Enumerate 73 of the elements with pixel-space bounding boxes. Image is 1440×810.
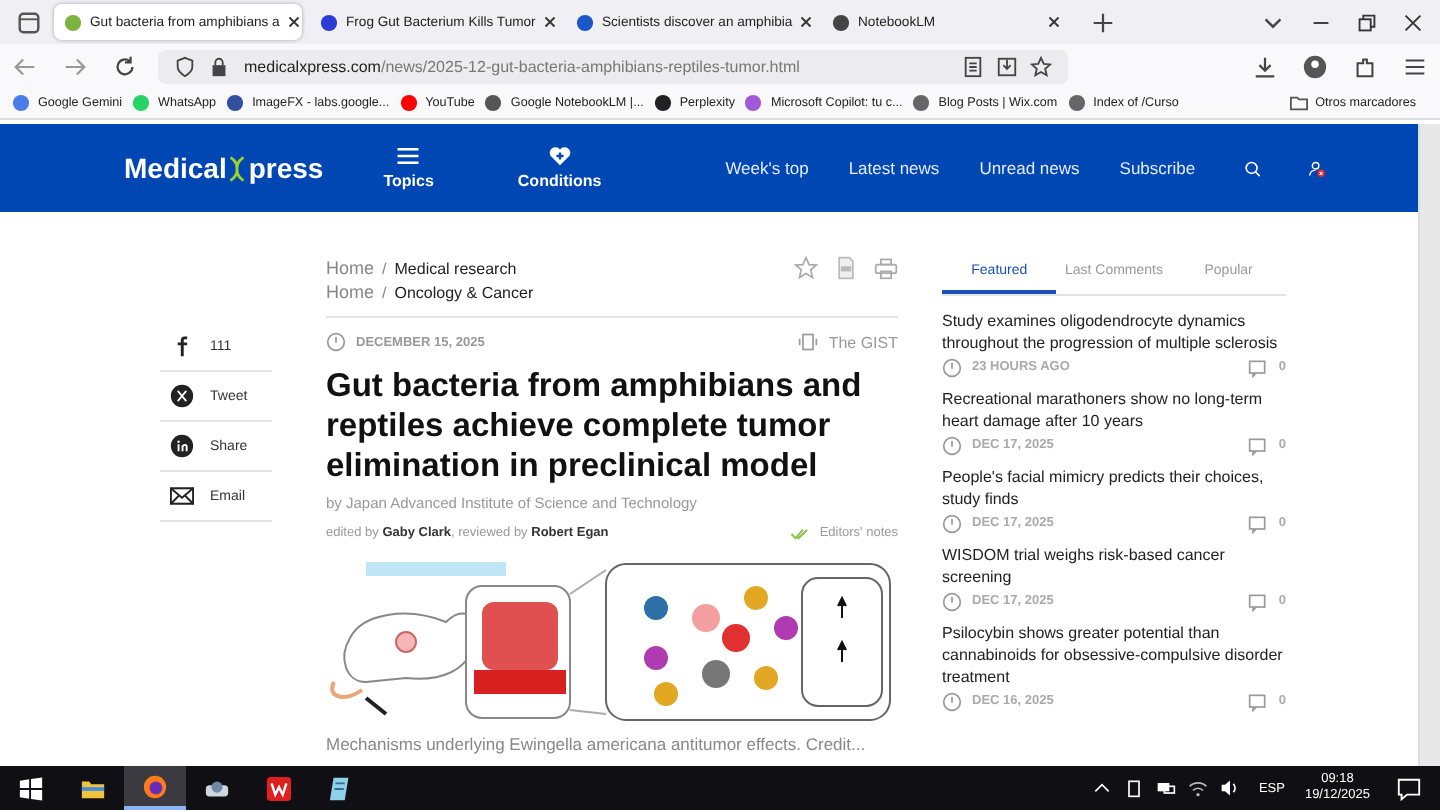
breadcrumb-link[interactable]: Oncology & Cancer	[394, 283, 534, 301]
nav-link[interactable]: Subscribe	[1119, 158, 1196, 178]
in-logo-icon	[170, 434, 194, 458]
site-logo[interactable]: Medical press	[124, 151, 324, 185]
forward-arrow-icon[interactable]	[62, 53, 88, 79]
nav-link[interactable]: Unread news	[979, 158, 1080, 178]
windows-start-icon[interactable]	[18, 775, 44, 801]
news-headline-link[interactable]: Psilocybin shows greater potential than cannabinoids for obsessive-compulsive disorder treatment	[942, 622, 1286, 688]
browser-globe-icon	[142, 773, 168, 799]
close-icon[interactable]	[287, 16, 300, 28]
x-logo-icon	[170, 384, 194, 408]
comment-icon	[1248, 591, 1269, 611]
nav-menu-button[interactable]: Topics	[383, 146, 434, 190]
tab-overview-icon[interactable]	[16, 9, 42, 35]
breadcrumb-link[interactable]: Home	[326, 282, 375, 302]
breadcrumb-link[interactable]: Home	[326, 258, 375, 278]
star-icon[interactable]	[794, 256, 818, 280]
hamburger-icon	[396, 146, 421, 166]
nav-link[interactable]: Latest news	[848, 158, 940, 178]
address-bar[interactable]: medicalxpress.com/news/2025-12-gut-bacteria-amphibians-reptiles-tumor.html	[158, 49, 1068, 83]
news-headline-link[interactable]: Recreational marathoners show no long-term heart damage after 10 years	[942, 388, 1286, 432]
w-logo-icon	[266, 775, 292, 801]
wifi-icon[interactable]	[1188, 778, 1209, 798]
star-icon[interactable]	[1030, 55, 1052, 77]
article-title: Gut bacteria from amphibians and reptiles achieve complete tumor elimination in preclinical model	[326, 366, 864, 486]
speaker-icon[interactable]	[1220, 778, 1241, 798]
scrollbar[interactable]	[1418, 124, 1440, 766]
save-icon[interactable]	[996, 55, 1018, 77]
document-icon	[798, 332, 819, 352]
heart-plus-icon	[547, 146, 572, 166]
reload-icon[interactable]	[112, 53, 138, 79]
close-icon[interactable]	[1400, 9, 1426, 35]
comment-icon	[1248, 691, 1269, 711]
url-text: medicalxpress.com/news/2025-12-gut-bacteria-amphibians-reptiles-tumor.html	[244, 57, 800, 75]
clock-icon	[942, 513, 962, 533]
news-headline-link[interactable]: WISDOM trial weighs risk-based cancer screening	[942, 544, 1286, 588]
folder-icon	[1289, 94, 1308, 112]
nav-menu-button[interactable]: Conditions	[517, 146, 602, 190]
new-tab-icon[interactable]	[1090, 9, 1116, 35]
network-icon[interactable]	[1156, 778, 1177, 798]
extensions-icon[interactable]	[1352, 53, 1378, 79]
clock-icon	[942, 691, 962, 711]
dna-icon	[228, 151, 247, 185]
restore-icon[interactable]	[1354, 9, 1380, 35]
clock-icon	[942, 435, 962, 455]
lock-icon	[208, 55, 230, 77]
account-icon[interactable]	[1302, 53, 1328, 79]
figure-caption: Mechanisms underlying Ewingella americana antitumor effects. Credit...	[326, 734, 868, 754]
reader-view-icon[interactable]	[962, 55, 984, 77]
double-check-icon	[789, 523, 810, 543]
download-icon[interactable]	[1252, 53, 1278, 79]
breadcrumb-link[interactable]: Medical research	[394, 259, 517, 277]
close-icon[interactable]	[543, 16, 556, 28]
notepad-icon	[328, 775, 354, 801]
comment-icon	[1248, 513, 1269, 533]
comment-icon	[1248, 435, 1269, 455]
clock-icon	[326, 332, 346, 352]
breadcrumb-separator: /	[382, 283, 387, 301]
close-icon[interactable]	[800, 16, 813, 28]
news-headline-link[interactable]: People's facial mimicry predicts their choices, study finds	[942, 466, 1286, 510]
notification-icon[interactable]	[1396, 775, 1422, 801]
shield-icon	[174, 55, 196, 77]
clock-icon	[942, 591, 962, 611]
nav-link[interactable]: Week's top	[725, 158, 809, 178]
back-arrow-icon[interactable]	[12, 53, 38, 79]
menu-icon[interactable]	[1402, 53, 1428, 79]
breadcrumb-separator: /	[382, 259, 387, 277]
envelope-icon	[170, 484, 194, 508]
clock-icon	[942, 357, 962, 377]
battery-icon[interactable]	[1124, 778, 1145, 798]
comment-icon	[1248, 357, 1269, 377]
close-icon[interactable]	[1048, 16, 1060, 28]
news-headline-link[interactable]: Study examines oligodendrocyte dynamics throughout the progression of multiple sclerosis	[942, 310, 1286, 354]
